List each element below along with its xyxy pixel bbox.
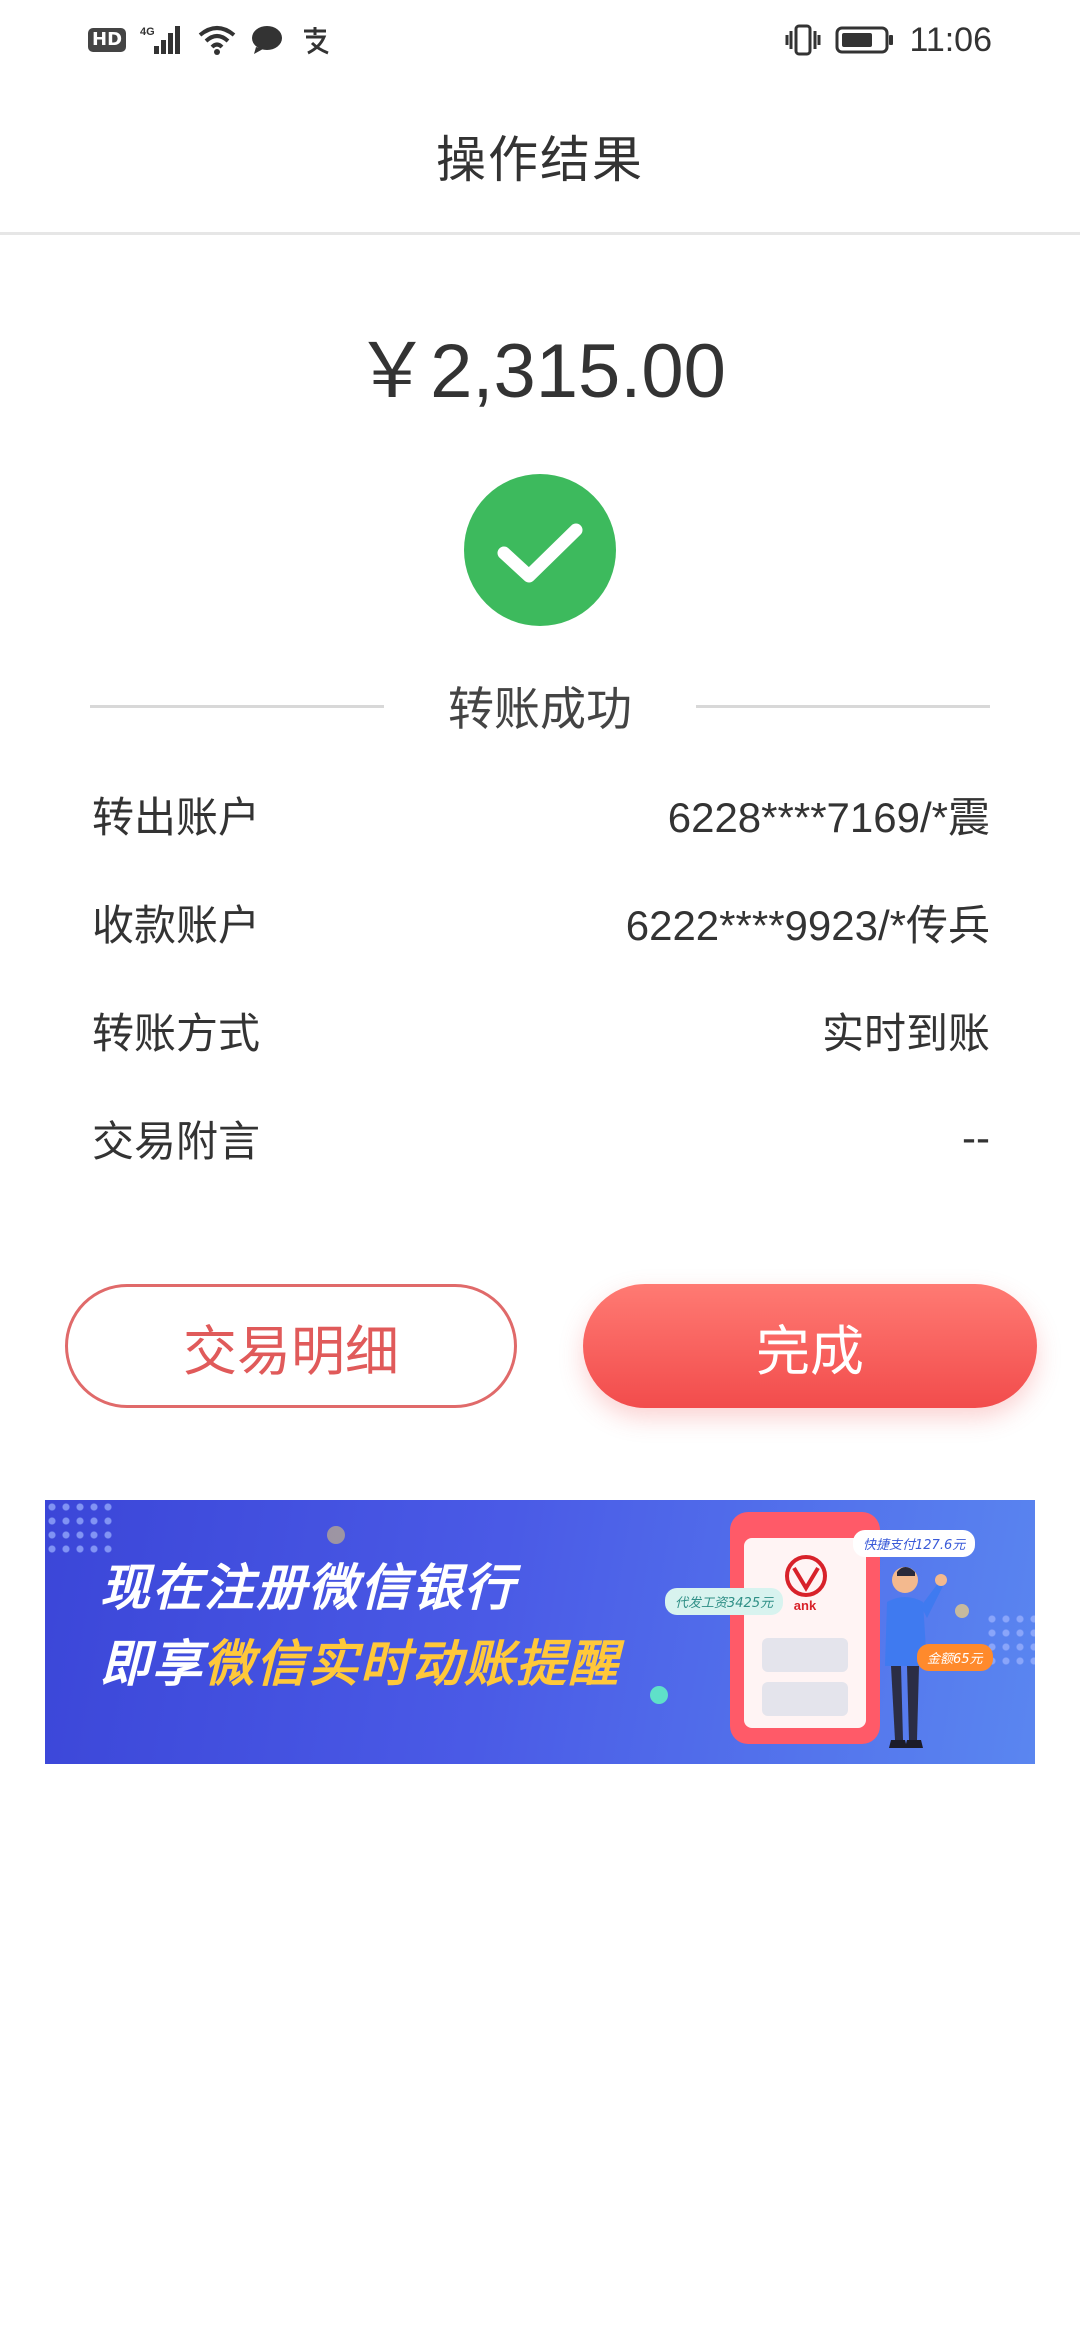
phone-screen: ank (744, 1538, 866, 1728)
battery-icon (835, 25, 895, 55)
transfer-amount: ￥2,315.00 (354, 329, 726, 414)
page-title: 操作结果 (436, 131, 644, 189)
detail-row-transfer-method: 转账方式 实时到账 (92, 976, 990, 1084)
payment-tag: 快捷支付127.6元 (853, 1530, 976, 1557)
check-circle-icon (463, 473, 617, 627)
status-left: HD 4G (88, 18, 332, 62)
network-type-label: 4G (140, 26, 155, 38)
promo-banner[interactable]: 现在注册微信银行 即享微信实时动账提醒 ank 代发工资3425元 快捷支付12… (45, 1500, 1035, 1764)
alipay-icon (298, 25, 332, 55)
message-icon (250, 25, 284, 55)
banner-decoration (650, 1686, 668, 1704)
clock: 11:06 (909, 20, 992, 59)
banner-subline-highlight: 微信实时动账提醒 (204, 1635, 620, 1693)
wifi-icon (198, 25, 236, 55)
signal-icon: 4G (140, 24, 184, 56)
status-right: 11:06 (785, 18, 992, 62)
banner-decoration (955, 1604, 969, 1618)
detail-row-to-account: 收款账户 6222****9923/*传兵 (92, 868, 990, 976)
detail-label: 转账方式 (92, 1008, 261, 1058)
detail-label: 交易附言 (92, 1116, 261, 1166)
banner-subline-prefix: 即享 (100, 1635, 204, 1693)
success-status-text: 转账成功 (448, 682, 632, 736)
detail-label: 收款账户 (92, 900, 261, 950)
detail-value: 6228****7169/*震 (667, 793, 990, 841)
phone-bar (762, 1638, 848, 1672)
transfer-details: 转出账户 6228****7169/*震 收款账户 6222****9923/*… (92, 760, 990, 1192)
detail-label: 转出账户 (92, 792, 261, 842)
detail-row-memo: 交易附言 -- (92, 1084, 990, 1192)
status-bar: HD 4G 11:06 (0, 0, 1080, 80)
detail-row-from-account: 转出账户 6228****7169/*震 (92, 760, 990, 868)
header: 操作结果 (0, 80, 1080, 235)
banner-subline: 即享微信实时动账提醒 (100, 1624, 620, 1696)
bank-logo-icon (785, 1555, 827, 1597)
amount-tag: 金额65元 (917, 1644, 993, 1671)
success-row: 转账成功 (90, 670, 990, 742)
divider-right (696, 704, 990, 708)
banner-decoration (327, 1526, 345, 1544)
detail-value: 6222****9923/*传兵 (625, 901, 990, 949)
detail-value: -- (962, 1114, 990, 1161)
detail-value: 实时到账 (821, 1009, 990, 1057)
vibrate-icon (785, 23, 821, 57)
hd-icon: HD (88, 28, 127, 52)
salary-tag: 代发工资3425元 (665, 1588, 784, 1615)
phone-bar (762, 1682, 848, 1716)
done-button[interactable]: 完成 (583, 1284, 1037, 1408)
divider-left (90, 704, 384, 708)
banner-headline: 现在注册微信银行 (100, 1559, 516, 1617)
transaction-details-button[interactable]: 交易明细 (65, 1284, 517, 1408)
